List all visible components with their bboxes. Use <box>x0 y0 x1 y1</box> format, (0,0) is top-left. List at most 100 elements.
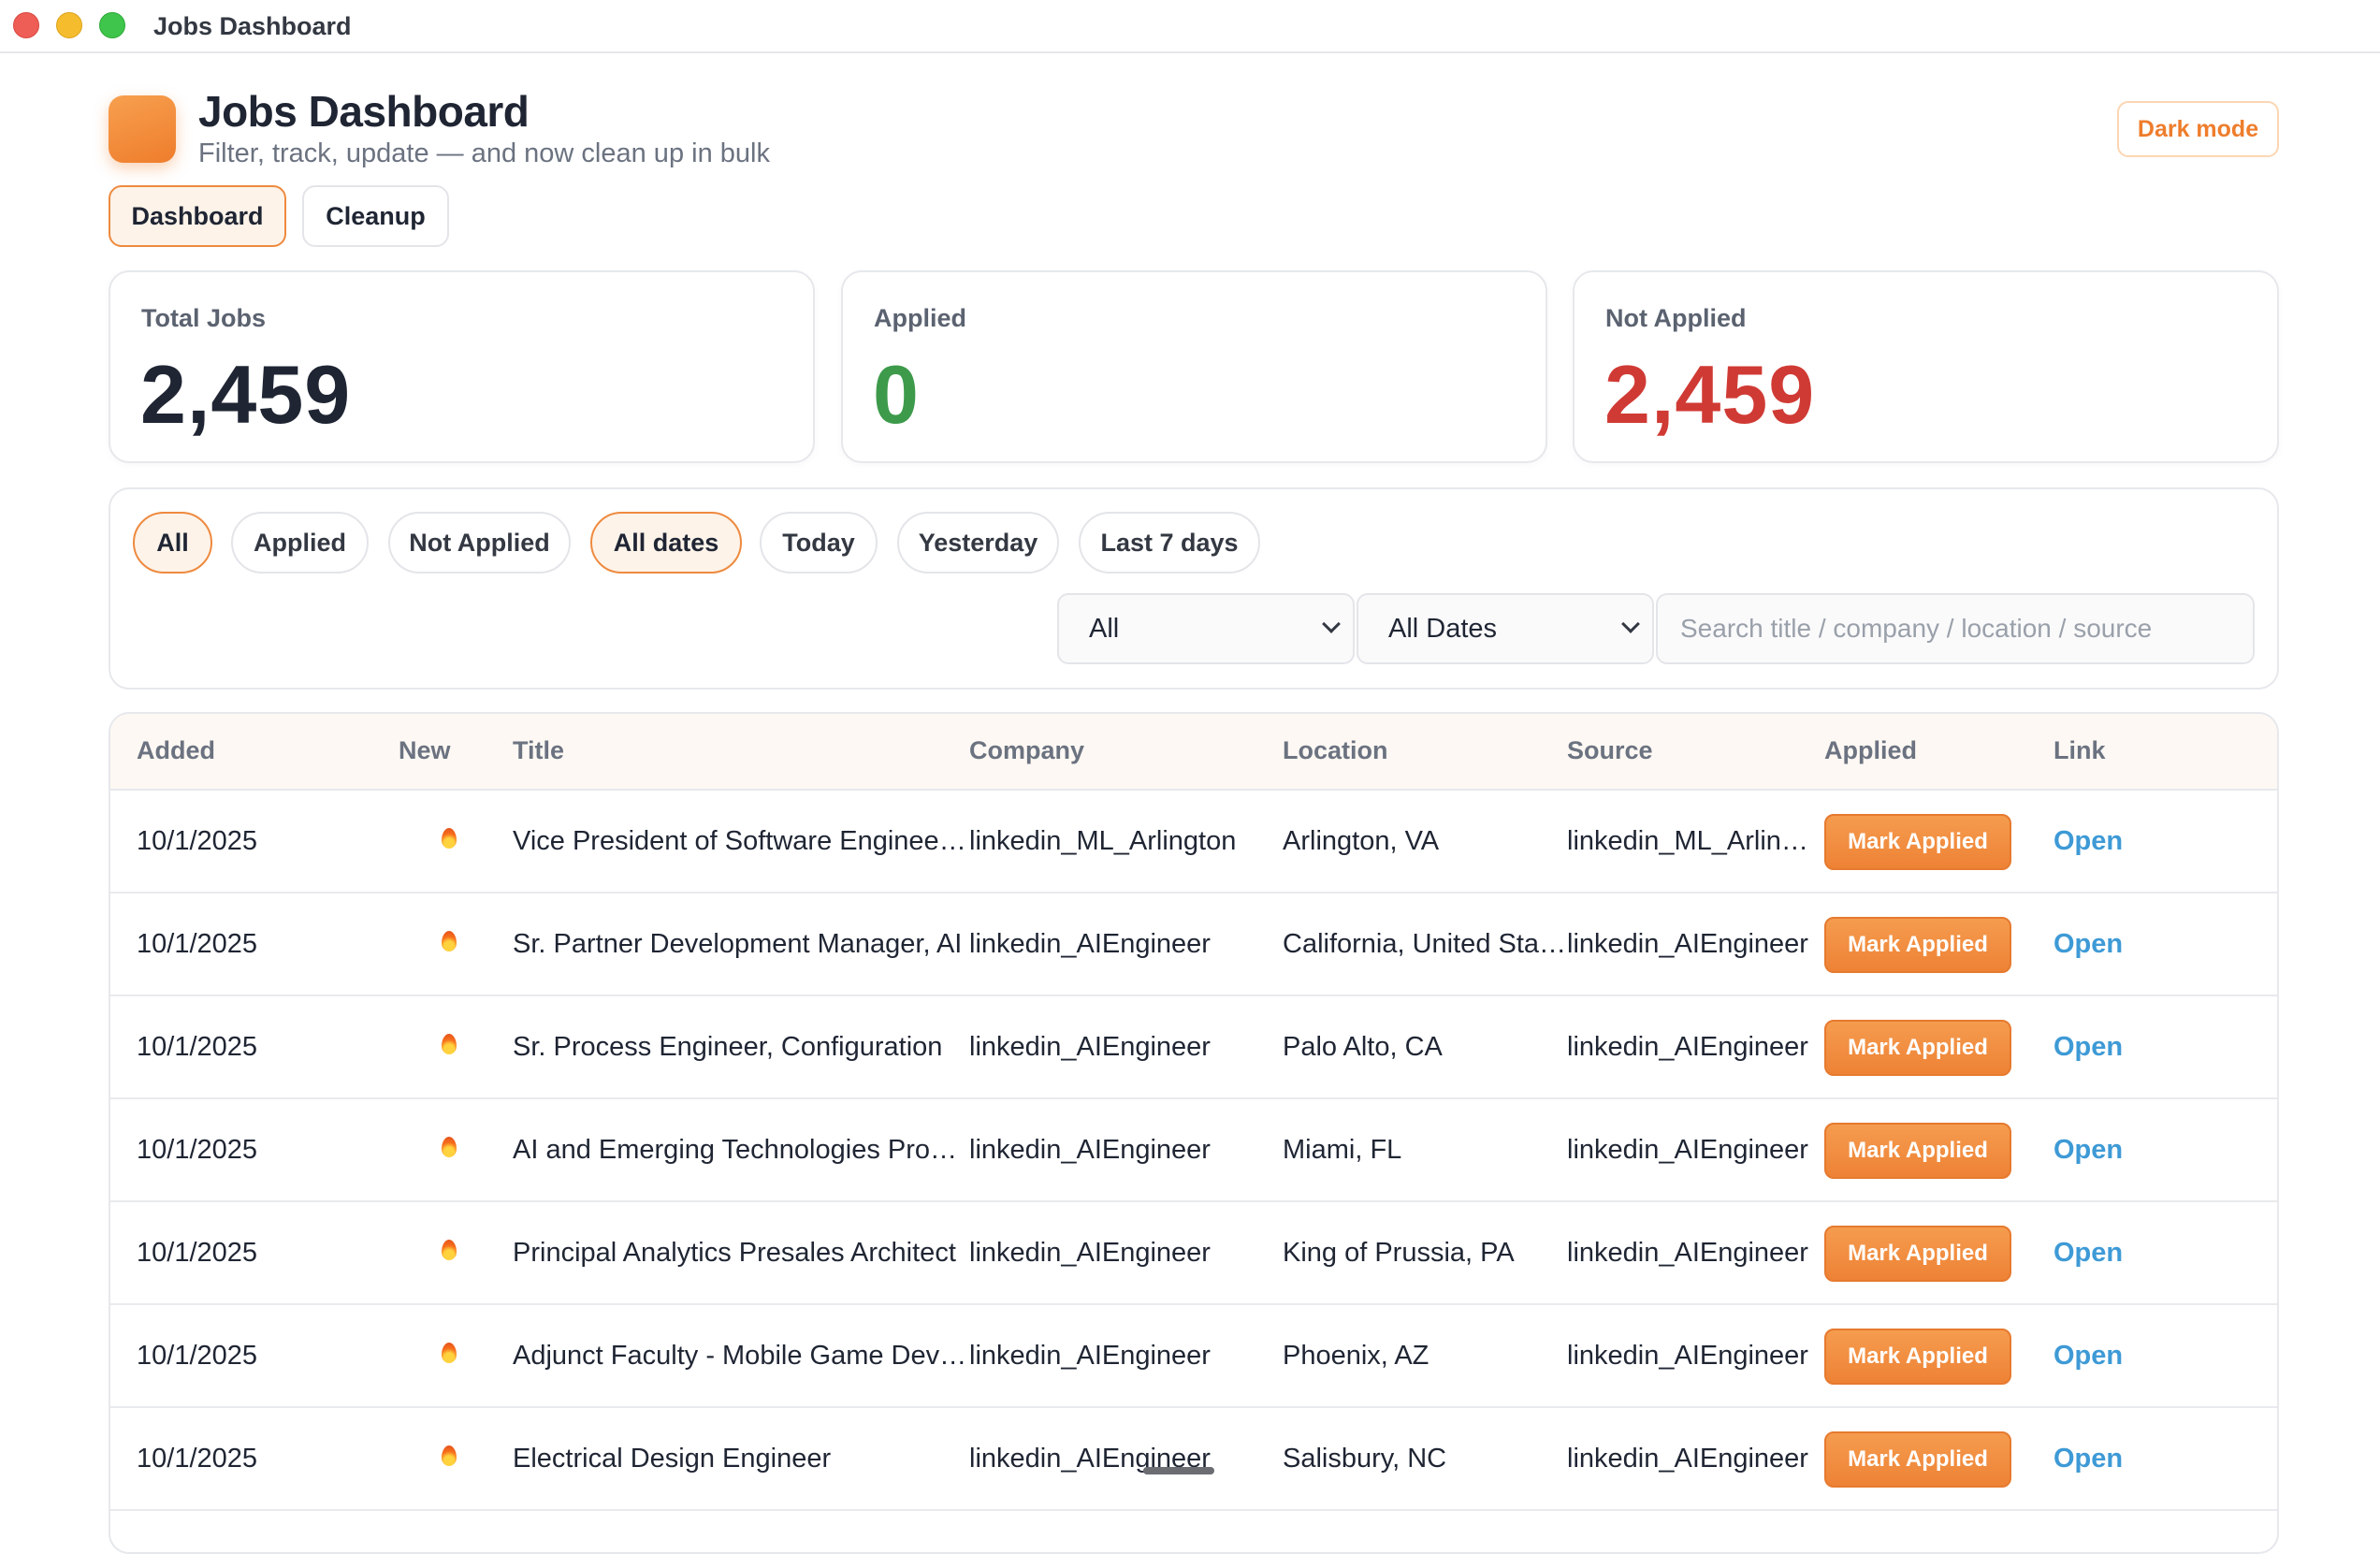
app-logo-icon <box>109 95 176 163</box>
open-link[interactable]: Open <box>2053 1135 2123 1166</box>
flame-icon <box>440 1341 458 1365</box>
cell-title: Sr. Process Engineer, Configuration <box>513 1032 943 1062</box>
cell-source: linkedin_AIEngineer <box>1567 1444 1808 1474</box>
stat-value: 2,459 <box>1604 348 1816 441</box>
mark-applied-button[interactable]: Mark Applied <box>1824 814 2011 870</box>
mark-applied-button[interactable]: Mark Applied <box>1824 1226 2011 1282</box>
stat-value: 0 <box>873 348 920 441</box>
cell-title: Sr. Partner Development Manager, AI <box>513 929 963 959</box>
cell-added: 10/1/2025 <box>137 1444 258 1474</box>
window-titlebar: Jobs Dashboard <box>0 0 2380 53</box>
cell-source: linkedin_AIEngineer <box>1567 1135 1808 1165</box>
flame-icon <box>440 1032 458 1056</box>
filter-chip-applied[interactable]: Applied <box>231 512 369 574</box>
open-link[interactable]: Open <box>2053 826 2123 857</box>
flame-icon <box>440 1135 458 1159</box>
mark-applied-button[interactable]: Mark Applied <box>1824 1329 2011 1385</box>
header-link: Link <box>2053 736 2106 764</box>
cell-title: Principal Analytics Presales Architect <box>513 1238 956 1268</box>
table-row: 10/1/2025 Principal Analytics Presales Ar… <box>110 1202 2277 1305</box>
cell-source: linkedin_ML_Arlington <box>1567 826 1821 856</box>
filter-chip-today[interactable]: Today <box>760 512 878 574</box>
cell-location: Arlington, VA <box>1283 826 1440 856</box>
table-header: Added New Title Company Location Source … <box>110 714 2277 791</box>
open-link[interactable]: Open <box>2053 1032 2123 1063</box>
new-badge <box>440 1238 458 1269</box>
header-source: Source <box>1567 736 1653 764</box>
cell-company: linkedin_AIEngineer <box>969 929 1211 959</box>
cell-location: Salisbury, NC <box>1283 1444 1447 1474</box>
tab-dashboard[interactable]: Dashboard <box>109 185 286 247</box>
dark-mode-button[interactable]: Dark mode <box>2117 101 2279 157</box>
filter-chip-all[interactable]: All <box>133 512 212 574</box>
open-link[interactable]: Open <box>2053 1444 2123 1474</box>
flame-icon <box>440 1238 458 1262</box>
header-location: Location <box>1283 736 1388 764</box>
stat-card-applied: Applied 0 <box>841 270 1547 463</box>
header-company: Company <box>969 736 1085 764</box>
table-row: 10/1/2025 AI and Emerging Technologies Pr… <box>110 1099 2277 1202</box>
table-row: 10/1/2025 Vice President of Software Engi… <box>110 791 2277 893</box>
search-input[interactable] <box>1656 593 2255 664</box>
status-select[interactable]: All <box>1057 593 1355 664</box>
cell-location: King of Prussia, PA <box>1283 1238 1515 1268</box>
cell-location: Palo Alto, CA <box>1283 1032 1443 1062</box>
stat-label: Not Applied <box>1605 304 1747 332</box>
cell-added: 10/1/2025 <box>137 929 258 959</box>
chevron-down-icon <box>1621 615 1640 633</box>
mark-applied-button[interactable]: Mark Applied <box>1824 1020 2011 1076</box>
open-link[interactable]: Open <box>2053 1238 2123 1269</box>
flame-icon <box>440 1444 458 1468</box>
date-select-value: All Dates <box>1388 614 1498 644</box>
table-row: 10/1/2025 Adjunct Faculty - Mobile Game D… <box>110 1305 2277 1408</box>
new-badge <box>440 1032 458 1063</box>
chevron-down-icon <box>1322 615 1341 633</box>
table-row: 10/1/2025 Sr. Partner Development Manager… <box>110 893 2277 996</box>
cell-source: linkedin_AIEngineer <box>1567 1032 1808 1062</box>
new-badge <box>440 826 458 857</box>
cell-added: 10/1/2025 <box>137 1135 258 1165</box>
cell-company: linkedin_AIEngineer <box>969 1341 1211 1371</box>
mark-applied-button[interactable]: Mark Applied <box>1824 1431 2011 1488</box>
header-added: Added <box>137 736 215 764</box>
new-badge <box>440 1341 458 1372</box>
header-applied: Applied <box>1824 736 1917 764</box>
flame-icon <box>440 826 458 850</box>
cell-title: Electrical Design Engineer <box>513 1444 832 1474</box>
filter-chip-all-dates[interactable]: All dates <box>590 512 742 574</box>
filter-chip-not-applied[interactable]: Not Applied <box>388 512 571 574</box>
table-row: 10/1/2025 Electrical Design Engineer linke… <box>110 1408 2277 1511</box>
stat-label: Applied <box>874 304 966 332</box>
maximize-window-button[interactable] <box>99 12 125 38</box>
header-title: Title <box>513 736 565 764</box>
filter-chip-last-7-days[interactable]: Last 7 days <box>1079 512 1260 574</box>
cell-source: linkedin_AIEngineer <box>1567 1341 1808 1371</box>
page-subtitle: Filter, track, update — and now clean up… <box>198 138 770 168</box>
cell-title: Vice President of Software Engineering <box>513 826 971 856</box>
status-select-value: All <box>1089 614 1120 644</box>
scrollbar-thumb[interactable] <box>1143 1467 1214 1474</box>
stat-card-total: Total Jobs 2,459 <box>109 270 815 463</box>
filter-chip-yesterday[interactable]: Yesterday <box>897 512 1059 574</box>
cell-company: linkedin_ML_Arlington <box>969 826 1237 856</box>
date-select[interactable]: All Dates <box>1357 593 1654 664</box>
cell-company: linkedin_AIEngineer <box>969 1444 1211 1474</box>
new-badge <box>440 1444 458 1474</box>
open-link[interactable]: Open <box>2053 1341 2123 1372</box>
cell-added: 10/1/2025 <box>137 826 258 856</box>
cell-company: linkedin_AIEngineer <box>969 1238 1211 1268</box>
cell-title: Adjunct Faculty - Mobile Game Developmen… <box>513 1341 971 1371</box>
open-link[interactable]: Open <box>2053 929 2123 960</box>
mark-applied-button[interactable]: Mark Applied <box>1824 917 2011 973</box>
tab-cleanup[interactable]: Cleanup <box>302 185 449 247</box>
cell-added: 10/1/2025 <box>137 1238 258 1268</box>
minimize-window-button[interactable] <box>56 12 82 38</box>
cell-source: linkedin_AIEngineer <box>1567 1238 1808 1268</box>
cell-location: Miami, FL <box>1283 1135 1402 1165</box>
cell-location: California, United States <box>1283 929 1568 959</box>
mark-applied-button[interactable]: Mark Applied <box>1824 1123 2011 1179</box>
new-badge <box>440 1135 458 1166</box>
cell-source: linkedin_AIEngineer <box>1567 929 1808 959</box>
close-window-button[interactable] <box>13 12 39 38</box>
page-title: Jobs Dashboard <box>198 87 530 136</box>
